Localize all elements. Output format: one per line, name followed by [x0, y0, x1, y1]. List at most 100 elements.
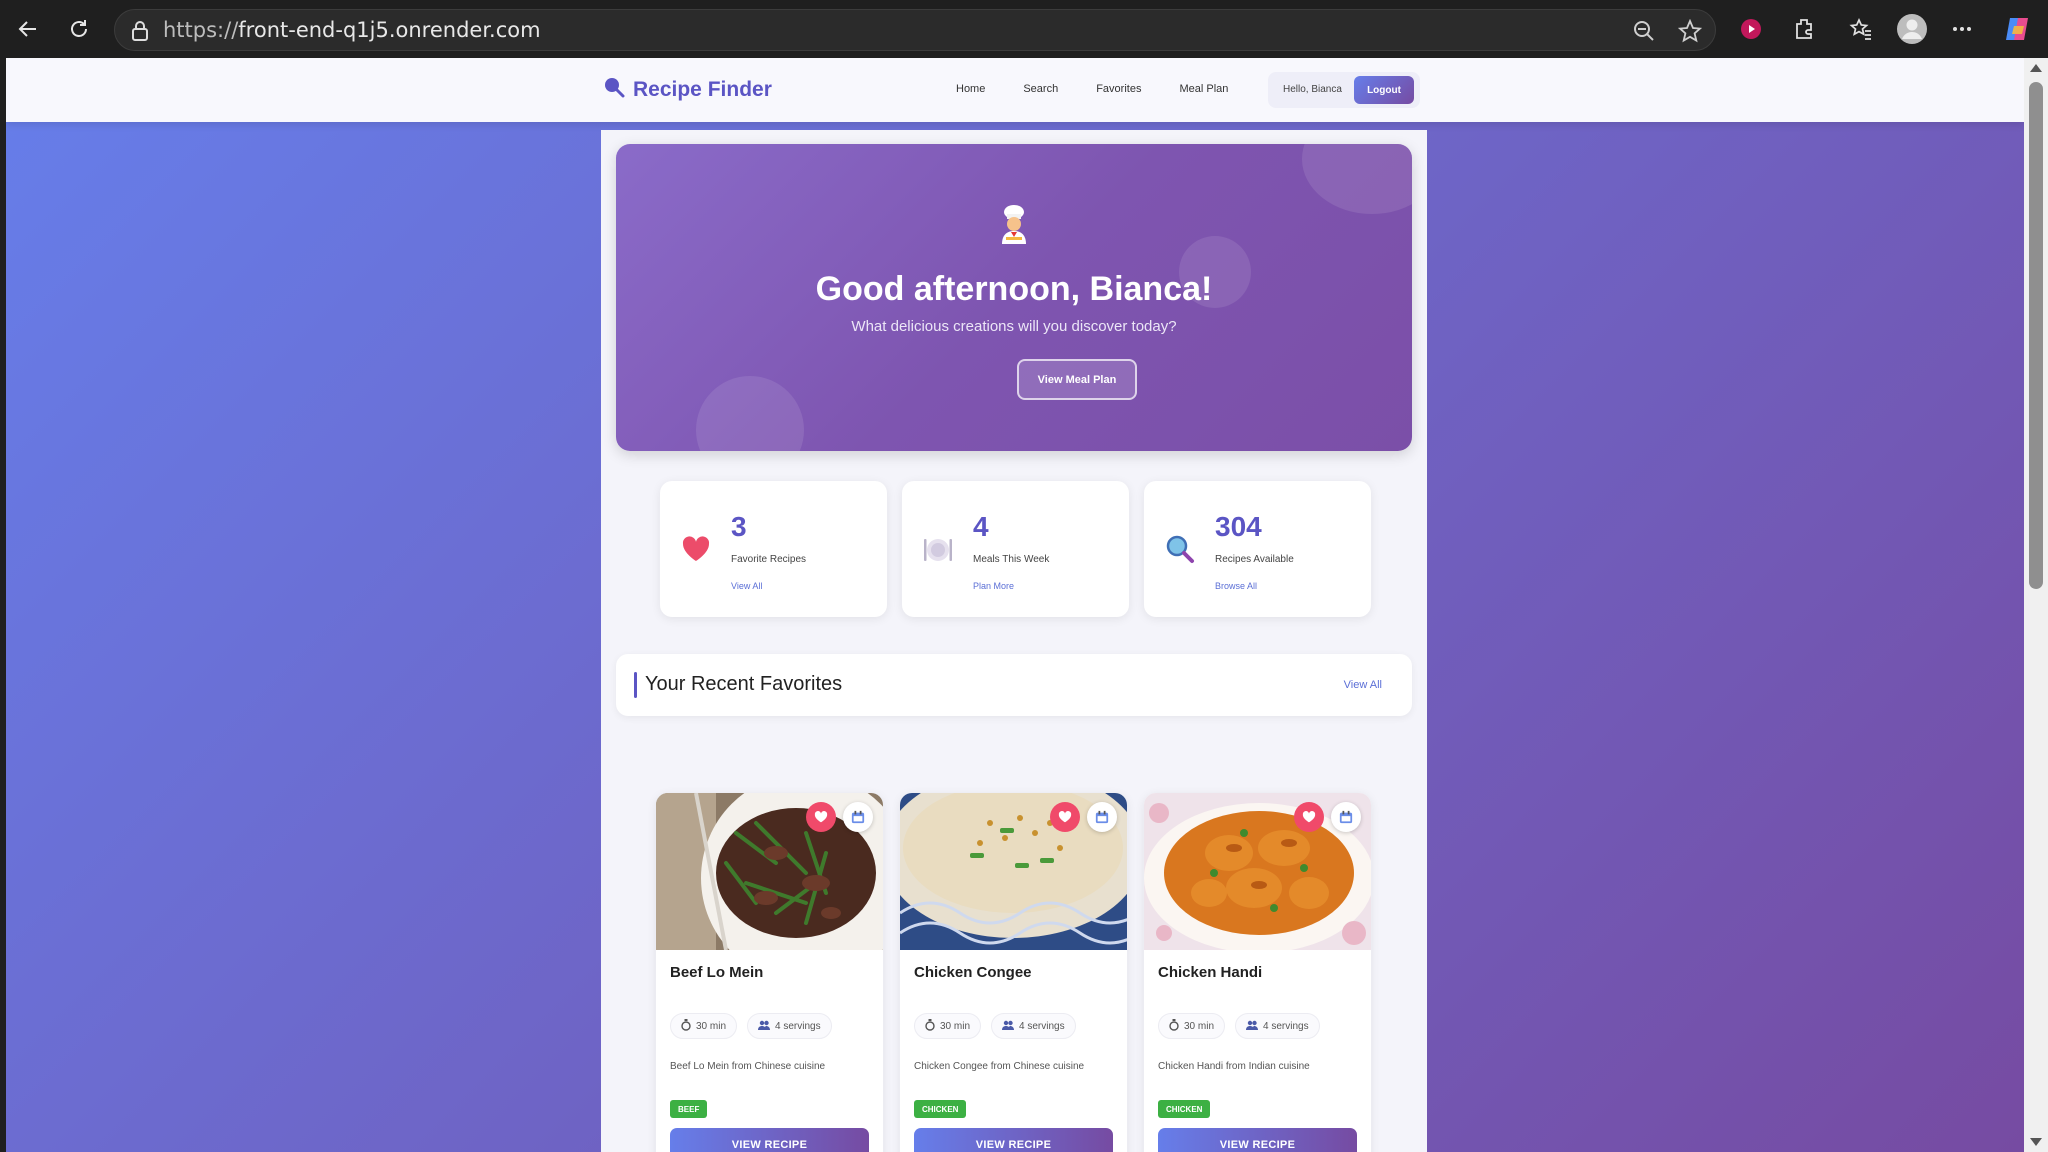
page-viewport: Recipe Finder Home Search Favorites Meal… — [6, 58, 2024, 1152]
recipe-description: Beef Lo Mein from Chinese cuisine — [670, 1061, 826, 1072]
calendar-icon[interactable] — [843, 802, 873, 832]
stat-label: Meals This Week — [973, 554, 1050, 565]
welcome-hero: Good afternoon, Bianca! What delicious c… — [616, 144, 1412, 451]
people-icon — [1002, 1020, 1014, 1033]
recipe-image-beef-lo-mein[interactable] — [656, 793, 883, 950]
cook-time-pill: 30 min — [670, 1013, 738, 1039]
servings-pill: 4 servings — [747, 1013, 832, 1039]
view-recipe-button[interactable]: VIEW RECIPE — [914, 1128, 1113, 1152]
category-tag: BEEF — [670, 1100, 708, 1118]
cook-time: 30 min — [696, 1020, 727, 1032]
cook-time-pill: 30 min — [1158, 1013, 1226, 1039]
recipe-description: Chicken Handi from Indian cuisine — [1158, 1061, 1310, 1072]
cook-time: 30 min — [1184, 1020, 1215, 1032]
category-tag: CHICKEN — [914, 1100, 967, 1118]
stat-value: 4 — [973, 511, 989, 542]
hero-subtitle: What delicious creations will you discov… — [851, 318, 1177, 335]
recipe-title[interactable]: Chicken Handi — [1158, 964, 1262, 981]
stat-value: 3 — [731, 511, 747, 542]
plate-icon — [922, 533, 954, 565]
user-box: Hello, Bianca Logout — [1268, 72, 1420, 108]
magnifier-icon — [1164, 533, 1196, 565]
brand-logo[interactable]: Recipe Finder — [603, 76, 772, 103]
copilot-icon[interactable] — [1998, 10, 2036, 48]
browse-all-link[interactable]: Browse All — [1215, 581, 1257, 591]
reload-icon[interactable] — [60, 10, 98, 48]
record-icon[interactable] — [1732, 10, 1770, 48]
view-all-favorites-link[interactable]: View All — [731, 581, 762, 591]
chef-icon — [996, 204, 1032, 244]
favorite-heart-icon[interactable] — [1294, 802, 1324, 832]
servings-pill: 4 servings — [991, 1013, 1076, 1039]
logout-button[interactable]: Logout — [1354, 76, 1414, 104]
recipe-title[interactable]: Beef Lo Mein — [670, 964, 763, 981]
view-meal-plan-button[interactable]: View Meal Plan — [1017, 359, 1137, 400]
user-greeting: Hello, Bianca — [1283, 84, 1342, 95]
stat-card-recipes: 304 Recipes Available Browse All — [1144, 481, 1371, 617]
recipe-card: Chicken Handi 30 min 4 servings Chicken … — [1144, 793, 1371, 1152]
stat-card-meals: 4 Meals This Week Plan More — [902, 481, 1129, 617]
recipe-description: Chicken Congee from Chinese cuisine — [914, 1061, 1085, 1072]
category-tag: CHICKEN — [1158, 1100, 1211, 1118]
section-title: Your Recent Favorites — [645, 673, 843, 695]
servings: 4 servings — [1019, 1020, 1065, 1032]
calendar-icon[interactable] — [1087, 802, 1117, 832]
nav-home[interactable]: Home — [956, 83, 985, 95]
people-icon — [1246, 1020, 1258, 1033]
site-navbar: Recipe Finder Home Search Favorites Meal… — [6, 58, 2024, 122]
scroll-thumb[interactable] — [2029, 82, 2043, 589]
recipe-title[interactable]: Chicken Congee — [914, 964, 1032, 981]
timer-icon — [925, 1018, 935, 1034]
recent-favorites-header: Your Recent Favorites View All — [616, 654, 1412, 716]
zoom-out-icon[interactable] — [1631, 18, 1657, 44]
recipe-card: Beef Lo Mein 30 min 4 servings Beef Lo M… — [656, 793, 883, 1152]
nav-search[interactable]: Search — [1023, 83, 1058, 95]
view-recipe-button[interactable]: VIEW RECIPE — [1158, 1128, 1357, 1152]
favorite-heart-icon[interactable] — [1050, 802, 1080, 832]
people-icon — [758, 1020, 770, 1033]
recipe-image-chicken-handi[interactable] — [1144, 793, 1371, 950]
extensions-icon[interactable] — [1785, 10, 1823, 48]
section-accent-bar — [634, 672, 637, 698]
plan-more-link[interactable]: Plan More — [973, 581, 1014, 591]
timer-icon — [1169, 1018, 1179, 1034]
stat-value: 304 — [1215, 511, 1262, 542]
stat-label: Recipes Available — [1215, 554, 1294, 565]
servings: 4 servings — [1263, 1020, 1309, 1032]
nav-links: Home Search Favorites Meal Plan — [956, 83, 1270, 95]
nav-meal-plan[interactable]: Meal Plan — [1179, 83, 1228, 95]
scroll-down-arrow-icon[interactable] — [2030, 1138, 2042, 1146]
url-text[interactable]: https://front-end-q1j5.onrender.com — [163, 18, 541, 42]
calendar-icon[interactable] — [1331, 802, 1361, 832]
stat-label: Favorite Recipes — [731, 554, 807, 565]
favorite-heart-icon[interactable] — [806, 802, 836, 832]
recipe-image-chicken-congee[interactable] — [900, 793, 1127, 950]
back-arrow-icon[interactable] — [9, 10, 47, 48]
nav-favorites[interactable]: Favorites — [1096, 83, 1141, 95]
brand-name: Recipe Finder — [633, 77, 772, 101]
cook-time: 30 min — [940, 1020, 971, 1032]
servings: 4 servings — [775, 1020, 821, 1032]
hero-title: Good afternoon, Bianca! — [815, 270, 1213, 308]
profile-avatar-icon[interactable] — [1893, 10, 1931, 48]
recipe-card: Chicken Congee 30 min 4 servings Chicken… — [900, 793, 1127, 1152]
main-content: Good afternoon, Bianca! What delicious c… — [601, 130, 1427, 1152]
decorative-circle — [1302, 144, 1412, 214]
scroll-up-arrow-icon[interactable] — [2030, 64, 2042, 72]
browser-toolbar: https://front-end-q1j5.onrender.com — [0, 0, 2048, 58]
page-scrollbar[interactable] — [2024, 58, 2048, 1152]
heart-icon — [680, 533, 712, 565]
cook-time-pill: 30 min — [914, 1013, 982, 1039]
star-icon[interactable] — [1677, 18, 1703, 44]
address-bar[interactable]: https://front-end-q1j5.onrender.com — [114, 9, 1716, 51]
stat-card-favorites: 3 Favorite Recipes View All — [660, 481, 887, 617]
more-icon[interactable] — [1943, 10, 1981, 48]
servings-pill: 4 servings — [1235, 1013, 1320, 1039]
decorative-circle — [696, 376, 804, 451]
lock-icon[interactable] — [131, 20, 149, 47]
view-recipe-button[interactable]: VIEW RECIPE — [670, 1128, 869, 1152]
view-all-favorites-link[interactable]: View All — [1344, 679, 1382, 691]
timer-icon — [681, 1018, 691, 1034]
favorites-bar-icon[interactable] — [1842, 10, 1880, 48]
search-logo-icon — [603, 76, 625, 103]
